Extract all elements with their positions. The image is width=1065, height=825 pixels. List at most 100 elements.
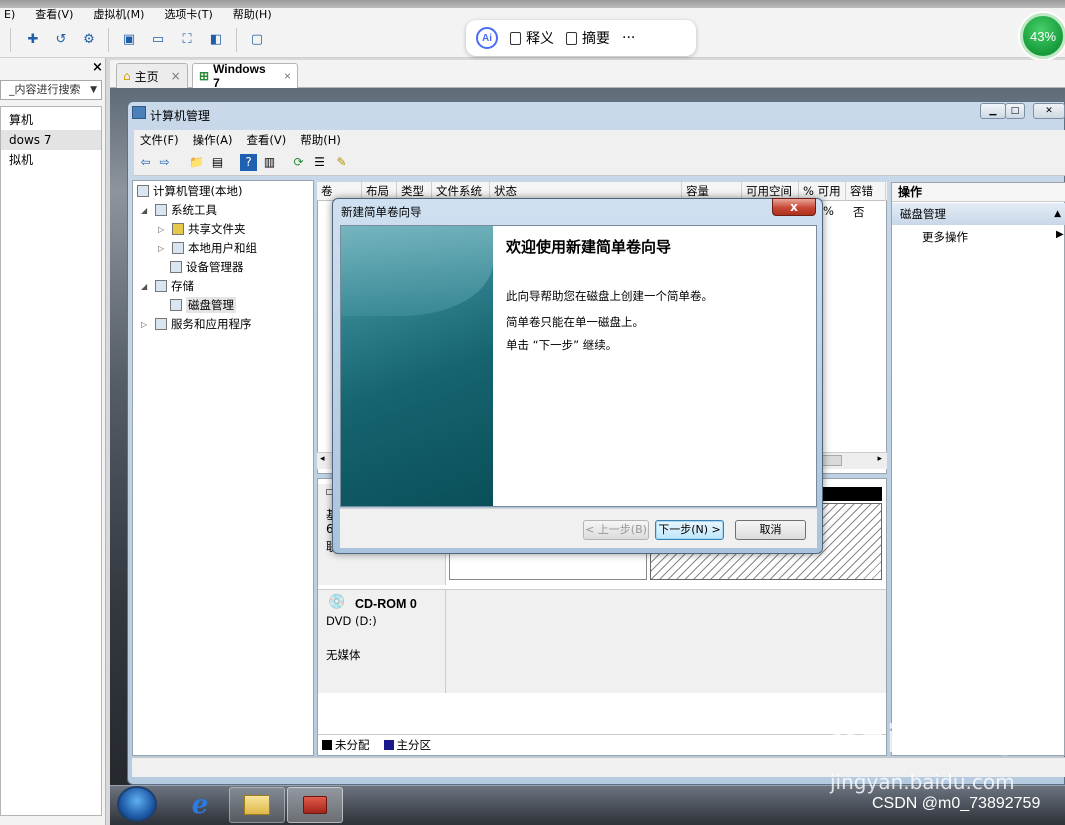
jingyan-watermark: jingyan.baidu.com [830, 770, 1015, 794]
cdrom-media: 无媒体 [326, 648, 361, 662]
collapse-icon[interactable]: ◢ [141, 282, 151, 291]
unity-icon[interactable]: ◧ [205, 28, 227, 50]
internet-explorer-icon[interactable]: e [172, 787, 228, 823]
expand-icon[interactable]: ▷ [158, 244, 168, 253]
more-actions-label: 更多操作 [922, 230, 968, 244]
start-button[interactable] [117, 786, 157, 822]
tab-home[interactable]: ⌂ 主页 × [116, 63, 188, 88]
snapshot-icon[interactable]: ✚ [22, 28, 44, 50]
back-arrow-icon[interactable]: ⇦ [137, 154, 154, 171]
storage-icon [155, 280, 167, 292]
summary-icon [566, 31, 577, 45]
show-hide-tree-icon[interactable]: ▤ [209, 154, 226, 171]
tree-item-shared-folders[interactable]: ▷ 共享文件夹 [158, 220, 246, 238]
primary-swatch [383, 740, 394, 750]
library-item-computer[interactable]: 算机 [1, 110, 101, 130]
actions-section-disk-management[interactable]: 磁盘管理 ▲ [892, 203, 1065, 225]
partition-legend: 未分配 主分区 [318, 734, 886, 755]
revert-snapshot-icon[interactable]: ↺ [50, 28, 72, 50]
menu-edit[interactable]: E) [4, 8, 15, 22]
menu-help[interactable]: 帮助(H) [233, 8, 272, 22]
menu-tabs[interactable]: 选项卡(T) [164, 8, 212, 22]
menu-vm[interactable]: 虚拟机(M) [93, 8, 144, 22]
library-search-input[interactable]: _内容进行搜索 ▼ [0, 80, 102, 100]
library-item-windows7[interactable]: dows 7 [1, 130, 101, 150]
menu-file[interactable]: 文件(F) [140, 130, 179, 150]
tab-windows7[interactable]: ⊞ Windows 7 × [192, 62, 298, 90]
wizard-heading: 欢迎使用新建简单卷向导 [506, 238, 672, 256]
tab-windows7-close-icon[interactable]: × [284, 69, 291, 83]
explain-button[interactable]: 释义 [510, 28, 554, 48]
chevron-down-icon[interactable]: ▼ [90, 81, 97, 99]
up-level-icon[interactable]: 📁 [188, 154, 205, 171]
scroll-thumb[interactable] [822, 455, 842, 466]
computer-management-taskbar-icon[interactable] [287, 787, 343, 823]
tree-item-system-tools[interactable]: ◢ 系统工具 [141, 201, 217, 219]
tab-windows7-label: Windows 7 [213, 62, 266, 90]
submenu-arrow-icon[interactable]: ▶ [1056, 229, 1064, 240]
back-button[interactable]: < 上一步(B) [583, 520, 649, 540]
collapse-up-icon[interactable]: ▲ [1054, 203, 1061, 225]
progress-indicator[interactable]: 43% [1020, 13, 1065, 59]
next-button[interactable]: 下一步(N) > [655, 520, 724, 540]
tools-icon [155, 204, 167, 216]
tree-item-device-manager[interactable]: 设备管理器 [170, 258, 244, 276]
device-manager-icon [170, 261, 182, 273]
wizard-line-2: 简单卷只能在单一磁盘上。 [506, 315, 644, 329]
console-view-icon[interactable]: ▭ [147, 28, 169, 50]
computer-icon [137, 185, 149, 197]
export-list-icon[interactable]: ✎ [333, 154, 350, 171]
file-explorer-icon[interactable] [229, 787, 285, 823]
toolbar-separator [236, 28, 237, 52]
row-percent-free: % [823, 204, 834, 218]
show-hide-action-icon[interactable]: ▥ [261, 154, 278, 171]
ai-logo-icon[interactable]: Ai [476, 27, 498, 49]
cm-toolbar: ⇦ ⇨ 📁 ▤ ? ▥ ⟳ ☰ ✎ [134, 150, 1065, 176]
tree-item-services[interactable]: ▷ 服务和应用程序 [141, 315, 252, 333]
tree-item-local-users[interactable]: ▷ 本地用户和组 [158, 239, 257, 257]
actions-pane [891, 182, 1065, 756]
close-button[interactable]: ✕ [1033, 103, 1065, 119]
maximize-button[interactable]: □ [1005, 103, 1025, 119]
scroll-left-icon[interactable]: ◂ [320, 454, 325, 464]
stretch-guest-icon[interactable]: ▢ [246, 28, 268, 50]
minimize-button[interactable]: ▁ [980, 103, 1006, 119]
toolbox-icon [303, 796, 327, 814]
column-fault-tolerance[interactable]: 容错 [846, 182, 886, 201]
library-close-icon[interactable]: × [92, 60, 103, 75]
properties-icon[interactable]: ☰ [311, 154, 328, 171]
menu-view[interactable]: 查看(V) [35, 8, 73, 22]
summary-button[interactable]: 摘要 [566, 28, 610, 48]
cdrom-icon: 💿 [328, 594, 346, 610]
library-item-vm[interactable]: 拟机 [1, 150, 101, 170]
menu-view-cm[interactable]: 查看(V) [246, 130, 286, 150]
snapshot-manager-icon[interactable]: ⚙ [78, 28, 100, 50]
cm-menubar: 文件(F) 操作(A) 查看(V) 帮助(H) [134, 130, 1065, 150]
expand-icon[interactable]: ▷ [158, 225, 168, 234]
tree-item-disk-management[interactable]: 磁盘管理 [170, 296, 236, 314]
cdrom-name: CD-ROM 0 [355, 597, 417, 611]
forward-arrow-icon[interactable]: ⇨ [156, 154, 173, 171]
cdrom-label[interactable]: 💿 CD-ROM 0 DVD (D:) 无媒体 [318, 589, 446, 693]
help-icon[interactable]: ? [240, 154, 257, 171]
cancel-button[interactable]: 取消 [735, 520, 806, 540]
expand-icon[interactable]: ▷ [141, 320, 151, 329]
show-library-icon[interactable]: ▣ [118, 28, 140, 50]
more-actions-item[interactable]: 更多操作 [922, 229, 968, 245]
tree-shared-folders-label: 共享文件夹 [188, 222, 246, 236]
wizard-banner-image [341, 226, 493, 506]
collapse-icon[interactable]: ◢ [141, 206, 151, 215]
more-button[interactable]: ··· [622, 30, 635, 46]
refresh-icon[interactable]: ⟳ [290, 154, 307, 171]
menu-action[interactable]: 操作(A) [193, 130, 233, 150]
csdn-watermark: CSDN @m0_73892759 [872, 795, 1041, 812]
wizard-close-button[interactable]: x [772, 198, 816, 216]
home-icon: ⌂ [123, 69, 131, 83]
menu-help-cm[interactable]: 帮助(H) [300, 130, 341, 150]
tab-home-close-icon[interactable]: × [171, 69, 181, 83]
tree-item-storage[interactable]: ◢ 存储 [141, 277, 194, 295]
tree-item-root[interactable]: 计算机管理(本地) [137, 182, 242, 200]
cdrom-partition-block[interactable] [446, 589, 886, 693]
scroll-right-icon[interactable]: ▸ [877, 454, 882, 464]
fullscreen-icon[interactable]: ⛶ [176, 28, 198, 50]
